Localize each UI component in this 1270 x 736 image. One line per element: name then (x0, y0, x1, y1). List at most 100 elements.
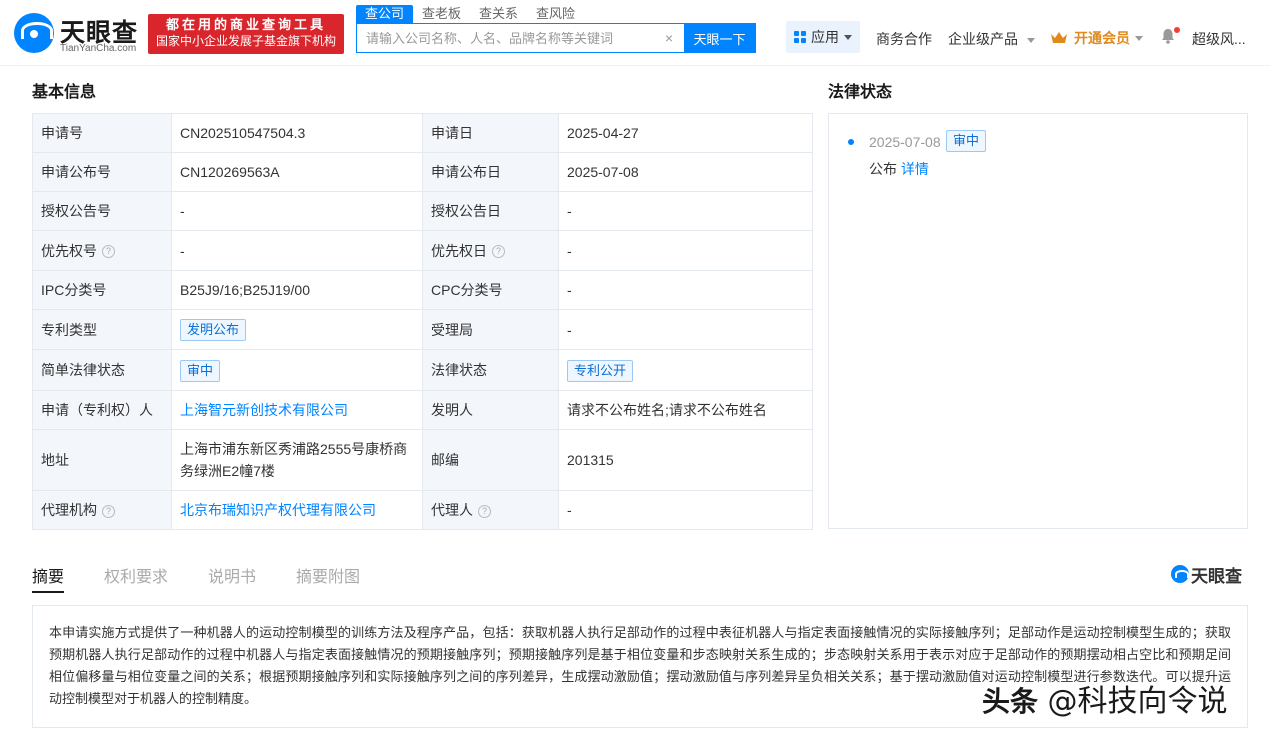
value-publication-date: 2025-07-08 (558, 152, 813, 192)
search-tab-risk[interactable]: 查风险 (527, 5, 584, 23)
help-icon[interactable]: ? (102, 245, 115, 259)
key-agency-cell: 代理机构? (32, 490, 172, 530)
value-legal-status-cell: 专利公开 (558, 349, 813, 391)
value-ipc: B25J9/16;B25J19/00 (171, 270, 423, 310)
legal-status-panel: 2025-07-08 审中 公布 详情 (828, 113, 1248, 529)
key-priority-number: 优先权号 (41, 242, 97, 259)
table-row: 专利类型 发明公布 受理局 - (32, 309, 813, 350)
legal-status-tag: 专利公开 (567, 359, 634, 382)
search-tab-boss[interactable]: 查老板 (413, 5, 470, 23)
notification-dot (1174, 27, 1180, 33)
key-priority-date-cell: 优先权日? (422, 230, 559, 271)
search-button[interactable]: 天眼一下 (684, 24, 755, 52)
key-publication-date: 申请公布日 (422, 152, 559, 192)
key-address: 地址 (32, 429, 172, 491)
key-publication-number: 申请公布号 (32, 152, 172, 192)
key-inventor: 发明人 (422, 390, 559, 430)
help-icon[interactable]: ? (102, 504, 115, 518)
key-applicant: 申请（专利权）人 (32, 390, 172, 430)
tab-claims[interactable]: 权利要求 (104, 563, 168, 593)
search-tab-relation[interactable]: 查关系 (470, 5, 527, 23)
watermark-platform: 头条 (982, 685, 1039, 718)
site-logo[interactable]: 天眼查 TianYanCha.com (14, 13, 144, 55)
table-row: 优先权号? - 优先权日? - (32, 230, 813, 271)
help-icon[interactable]: ? (492, 245, 505, 259)
chevron-down-icon (1135, 35, 1143, 41)
search-tab-company[interactable]: 查公司 (356, 5, 414, 23)
nav-business-cooperation[interactable]: 商务合作 (876, 29, 932, 49)
brand-watermark-logo: 天眼查 (1171, 563, 1242, 586)
value-grant-number: - (171, 191, 423, 231)
nav-vip-button[interactable]: 开通会员 (1050, 28, 1143, 48)
table-row: 简单法律状态 审中 法律状态 专利公开 (32, 349, 813, 391)
value-postal-code: 201315 (558, 429, 813, 491)
agency-link[interactable]: 北京布瑞知识产权代理有限公司 (180, 502, 376, 518)
search-input[interactable] (357, 24, 684, 52)
key-receiving-office: 受理局 (422, 309, 559, 350)
bell-icon[interactable] (1161, 28, 1175, 44)
crown-icon (1051, 32, 1067, 43)
clear-icon[interactable]: × (665, 30, 673, 46)
key-postal-code: 邮编 (422, 429, 559, 491)
value-application-number: CN202510547504.3 (171, 113, 423, 153)
key-patent-type: 专利类型 (32, 309, 172, 350)
logo-eye-icon (1171, 565, 1189, 583)
nav-enterprise-label: 企业级产品 (948, 31, 1018, 47)
table-row: 代理机构? 北京布瑞知识产权代理有限公司 代理人? - (32, 490, 813, 530)
nav-user-menu[interactable]: 超级风... (1192, 29, 1246, 49)
legal-event-status-tag: 审中 (946, 130, 987, 152)
value-publication-number: CN120269563A (171, 152, 423, 192)
value-grant-date: - (558, 191, 813, 231)
key-agent-cell: 代理人? (422, 490, 559, 530)
key-application-date: 申请日 (422, 113, 559, 153)
legal-detail-link[interactable]: 详情 (901, 161, 929, 177)
logo-domain: TianYanCha.com (60, 43, 137, 54)
nav-apps-label: 应用 (811, 29, 839, 45)
table-row: 申请号 CN202510547504.3 申请日 2025-04-27 (32, 113, 813, 153)
key-simple-legal-status: 简单法律状态 (32, 349, 172, 391)
key-grant-number: 授权公告号 (32, 191, 172, 231)
slogan-banner[interactable]: 都在用的商业查询工具 国家中小企业发展子基金旗下机构 (148, 14, 344, 54)
chevron-down-icon (1026, 37, 1035, 43)
help-icon[interactable]: ? (478, 504, 491, 518)
timeline-dot (848, 139, 854, 145)
search-type-tabs: 查公司 查老板 查关系 查风险 (356, 5, 584, 23)
tab-abstract-figures[interactable]: 摘要附图 (296, 563, 360, 593)
tab-description[interactable]: 说明书 (208, 563, 256, 593)
value-application-date: 2025-04-27 (558, 113, 813, 153)
top-header: 天眼查 TianYanCha.com 都在用的商业查询工具 国家中小企业发展子基… (0, 0, 1270, 66)
applicant-link[interactable]: 上海智元新创技术有限公司 (180, 402, 348, 418)
patent-type-tag: 发明公布 (180, 319, 247, 341)
key-agent: 代理人 (431, 502, 473, 518)
value-agency-cell: 北京布瑞知识产权代理有限公司 (171, 490, 423, 530)
nav-vip-label: 开通会员 (1074, 30, 1130, 46)
table-row: 地址 上海市浦东新区秀浦路2555号康桥商务绿洲E2幢7楼 邮编 201315 (32, 429, 813, 491)
value-simple-legal-status-cell: 审中 (171, 349, 423, 391)
simple-legal-status-tag: 审中 (180, 359, 221, 382)
search-box: × 天眼一下 (356, 23, 756, 53)
key-grant-date: 授权公告日 (422, 191, 559, 231)
tab-abstract[interactable]: 摘要 (32, 563, 65, 593)
legal-event-name: 公布 (869, 161, 897, 177)
table-row: 申请（专利权）人 上海智元新创技术有限公司 发明人 请求不公布姓名;请求不公布姓… (32, 390, 813, 430)
grid-icon (794, 31, 806, 43)
key-ipc: IPC分类号 (32, 270, 172, 310)
key-legal-status: 法律状态 (422, 349, 559, 391)
value-agent: - (558, 490, 813, 530)
key-priority-number-cell: 优先权号? (32, 230, 172, 271)
nav-apps-menu[interactable]: 应用 (786, 21, 860, 53)
key-application-number: 申请号 (32, 113, 172, 153)
value-address: 上海市浦东新区秀浦路2555号康桥商务绿洲E2幢7楼 (171, 429, 423, 491)
slogan-line-1: 都在用的商业查询工具 (165, 17, 326, 32)
legal-event: 公布 详情 (869, 159, 929, 179)
brand-watermark-name: 天眼查 (1191, 566, 1242, 586)
value-priority-date: - (558, 230, 813, 271)
legal-event-date: 2025-07-08 (869, 134, 941, 150)
slogan-line-2: 国家中小企业发展子基金旗下机构 (155, 34, 336, 48)
table-row: 申请公布号 CN120269563A 申请公布日 2025-07-08 (32, 152, 813, 192)
table-row: 授权公告号 - 授权公告日 - (32, 191, 813, 231)
value-inventor: 请求不公布姓名;请求不公布姓名 (558, 390, 813, 430)
logo-eye-icon (14, 13, 54, 53)
nav-enterprise-products[interactable]: 企业级产品 (948, 29, 1035, 49)
key-priority-date: 优先权日 (431, 242, 487, 259)
